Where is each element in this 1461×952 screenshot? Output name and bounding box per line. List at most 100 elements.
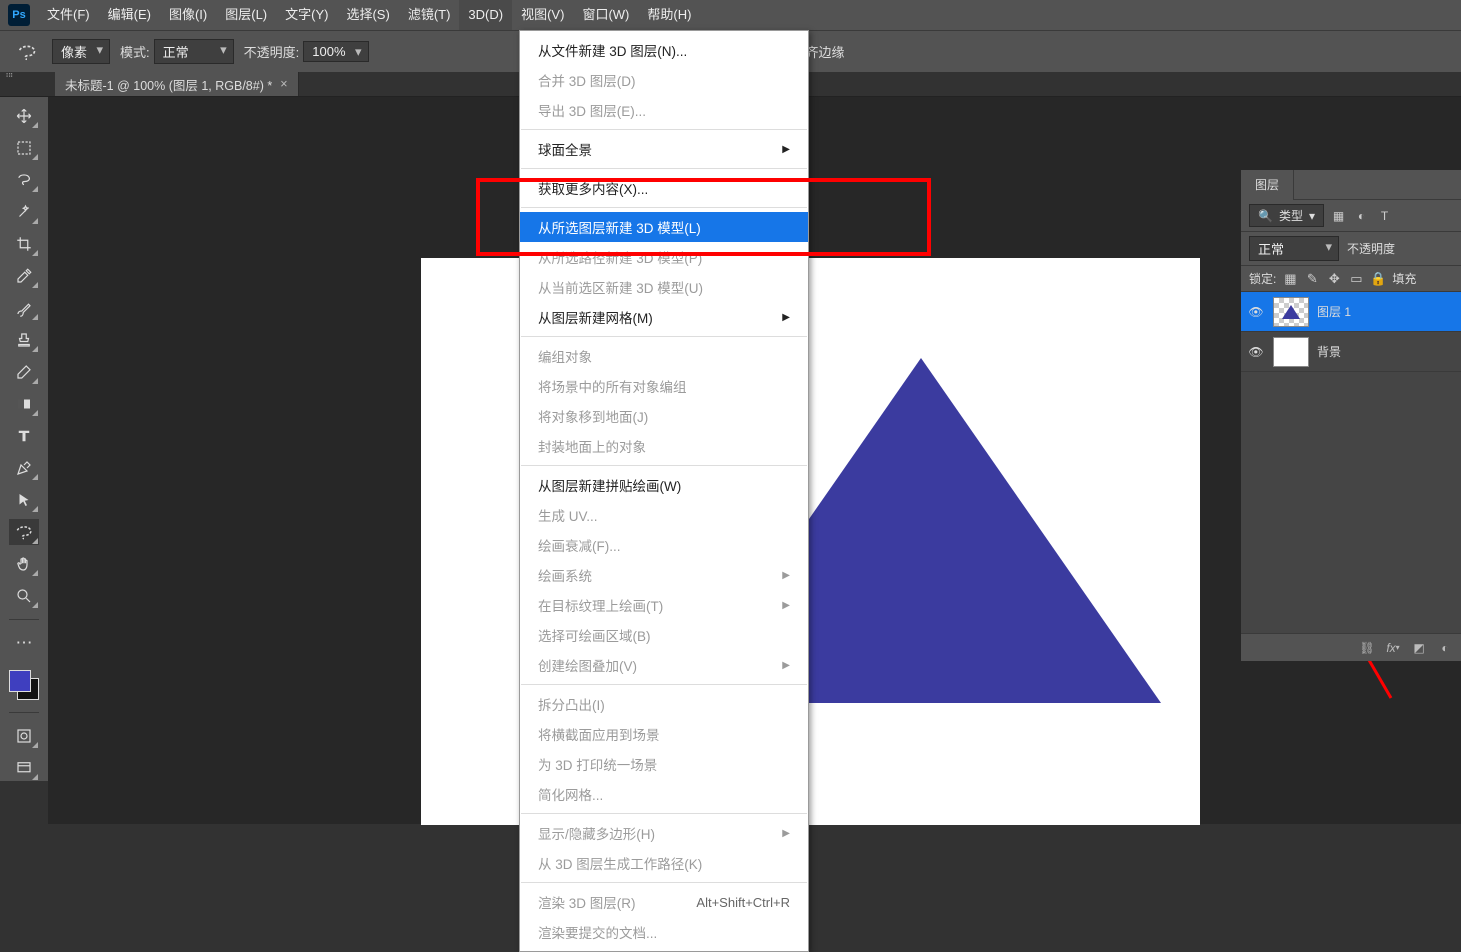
lock-artboard-icon[interactable]: ▭ — [1348, 271, 1364, 287]
layers-lock-bar: 锁定: ▦ ✎ ✥ ▭ 🔒 填充 — [1241, 266, 1461, 292]
chevron-down-icon: ▾ — [1309, 209, 1315, 223]
visibility-toggle[interactable]: 👁 — [1247, 303, 1265, 321]
current-tool-icon[interactable] — [12, 37, 42, 67]
lasso-tool[interactable] — [9, 167, 39, 193]
menu-item: 渲染 3D 图层(R) Alt+Shift+Ctrl+R — [520, 887, 808, 917]
layers-tab[interactable]: 图层 — [1241, 170, 1294, 200]
menu-item-label: 渲染 3D 图层(R) — [538, 892, 636, 912]
menu-item: 选择可绘画区域(B) — [520, 620, 808, 650]
menu-item-label: 球面全景 — [538, 139, 592, 159]
lock-all-icon[interactable]: 🔒 — [1370, 271, 1386, 287]
path-select-tool[interactable] — [9, 487, 39, 513]
menu-item-label: 将横截面应用到场景 — [538, 724, 660, 744]
menu-item-label: 生成 UV... — [538, 505, 598, 525]
app-logo: Ps — [8, 4, 30, 26]
layer-fx-icon[interactable]: fx▾ — [1385, 640, 1401, 656]
menu-item[interactable]: 从所选图层新建 3D 模型(L) — [520, 212, 808, 242]
layer-thumbnail — [1273, 297, 1309, 327]
close-icon[interactable]: × — [280, 77, 287, 91]
shape-tool[interactable] — [9, 519, 39, 545]
options-mode-label: 模式: — [120, 42, 150, 61]
lock-paint-icon[interactable]: ✎ — [1304, 271, 1320, 287]
options-opacity-select[interactable]: 100% — [303, 41, 368, 62]
menu-edit[interactable]: 编辑(E) — [99, 0, 160, 30]
menu-3d[interactable]: 3D(D) — [459, 0, 512, 30]
menu-file[interactable]: 文件(F) — [38, 0, 99, 30]
layer-row[interactable]: 👁图层 1 — [1241, 292, 1461, 332]
menu-type[interactable]: 文字(Y) — [276, 0, 337, 30]
menu-item: 在目标纹理上绘画(T) — [520, 590, 808, 620]
menu-item[interactable]: 获取更多内容(X)... — [520, 173, 808, 203]
filter-image-icon[interactable]: ▦ — [1330, 207, 1347, 224]
filter-adjust-icon[interactable]: ◐ — [1353, 207, 1370, 224]
menu-item-label: 从图层新建网格(M) — [538, 307, 653, 327]
menu-item: 从当前选区新建 3D 模型(U) — [520, 272, 808, 302]
magic-wand-tool[interactable] — [9, 199, 39, 225]
layer-mask-icon[interactable]: ◩ — [1411, 640, 1427, 656]
lock-position-icon[interactable]: ✥ — [1326, 271, 1342, 287]
menu-view[interactable]: 视图(V) — [512, 0, 573, 30]
toolbar-grip[interactable]: ⠿ — [3, 72, 13, 79]
stamp-tool[interactable] — [9, 327, 39, 353]
pen-tool[interactable] — [9, 455, 39, 481]
menu-item[interactable]: 从图层新建网格(M) — [520, 302, 808, 332]
document-tab[interactable]: 未标题-1 @ 100% (图层 1, RGB/8#) * × — [55, 72, 299, 96]
zoom-tool[interactable] — [9, 583, 39, 609]
menu-item-label: 拆分凸出(I) — [538, 694, 605, 714]
foreground-color[interactable] — [9, 670, 31, 692]
hand-tool[interactable] — [9, 551, 39, 577]
crop-tool[interactable] — [9, 231, 39, 257]
menu-item[interactable]: 从文件新建 3D 图层(N)... — [520, 35, 808, 65]
lock-pixels-icon[interactable]: ▦ — [1282, 271, 1298, 287]
edit-toolbar[interactable]: ⋯ — [9, 630, 39, 656]
menu-select[interactable]: 选择(S) — [337, 0, 398, 30]
menu-item[interactable]: 球面全景 — [520, 134, 808, 164]
layers-blend-bar: 正常 不透明度 — [1241, 232, 1461, 266]
menu-item-label: 绘画衰减(F)... — [538, 535, 621, 555]
screen-mode-tool[interactable] — [9, 755, 39, 781]
quick-mask-tool[interactable] — [9, 723, 39, 749]
lock-label: 锁定: — [1249, 270, 1276, 287]
eyedropper-tool[interactable] — [9, 263, 39, 289]
new-adjustment-icon[interactable]: ◐ — [1437, 640, 1453, 656]
visibility-toggle[interactable]: 👁 — [1247, 343, 1265, 361]
menu-item: 拆分凸出(I) — [520, 689, 808, 719]
menu-image[interactable]: 图像(I) — [160, 0, 216, 30]
menu-item: 简化网格... — [520, 779, 808, 809]
brush-tool[interactable] — [9, 295, 39, 321]
gradient-tool[interactable] — [9, 391, 39, 417]
menu-item: 生成 UV... — [520, 500, 808, 530]
link-layers-icon[interactable]: ⛓ — [1359, 640, 1375, 656]
eraser-tool[interactable] — [9, 359, 39, 385]
menu-item: 将横截面应用到场景 — [520, 719, 808, 749]
menu-item-label: 简化网格... — [538, 784, 603, 804]
layers-filter-type[interactable]: 🔍 类型 ▾ — [1249, 204, 1324, 227]
filter-type-icon[interactable]: T — [1376, 207, 1393, 224]
color-swatches[interactable] — [7, 668, 41, 702]
move-tool[interactable] — [9, 103, 39, 129]
menu-item-label: 从当前选区新建 3D 模型(U) — [538, 277, 703, 297]
options-unit-select[interactable]: 像素 — [52, 39, 110, 64]
menu-item: 显示/隐藏多边形(H) — [520, 818, 808, 848]
menu-item-label: 显示/隐藏多边形(H) — [538, 823, 655, 843]
menu-item: 封装地面上的对象 — [520, 431, 808, 461]
menu-item-label: 为 3D 打印统一场景 — [538, 754, 657, 774]
menu-filter[interactable]: 滤镜(T) — [399, 0, 460, 30]
menu-help[interactable]: 帮助(H) — [638, 0, 700, 30]
layer-row[interactable]: 👁背景 — [1241, 332, 1461, 372]
menu-item-label: 选择可绘画区域(B) — [538, 625, 651, 645]
layers-filter-bar: 🔍 类型 ▾ ▦ ◐ T — [1241, 200, 1461, 232]
blend-mode-select[interactable]: 正常 — [1249, 236, 1339, 261]
menu-window[interactable]: 窗口(W) — [573, 0, 638, 30]
menu-item: 从所选路径新建 3D 模型(P) — [520, 242, 808, 272]
menu-item[interactable]: 从图层新建拼贴绘画(W) — [520, 470, 808, 500]
type-tool[interactable] — [9, 423, 39, 449]
layer-thumbnail — [1273, 337, 1309, 367]
menu-item-label: 封装地面上的对象 — [538, 436, 646, 456]
menu-item-shortcut: Alt+Shift+Ctrl+R — [696, 895, 790, 910]
menu-layer[interactable]: 图层(L) — [216, 0, 276, 30]
marquee-tool[interactable] — [9, 135, 39, 161]
options-mode-select[interactable]: 正常 — [154, 39, 234, 64]
menu-item-label: 导出 3D 图层(E)... — [538, 100, 646, 120]
layers-footer: ⛓ fx▾ ◩ ◐ — [1241, 633, 1461, 661]
